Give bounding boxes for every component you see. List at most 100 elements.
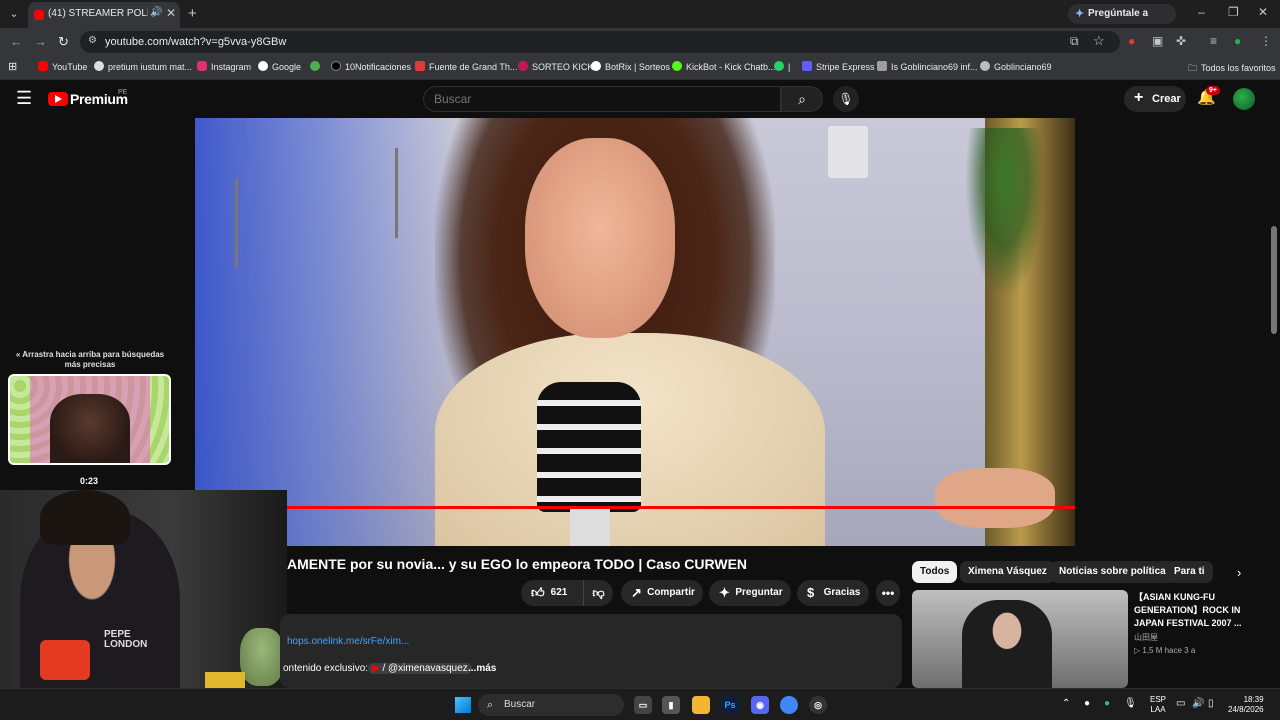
tab-audio-icon[interactable]: 🔊 — [150, 7, 162, 18]
chevron-right-icon[interactable]: › — [1237, 565, 1241, 580]
window-close-icon[interactable]: ✕ — [1258, 5, 1268, 19]
browser-tab-active[interactable]: (41) STREAMER POLÍTICO e 🔊 ✕ — [28, 2, 180, 28]
chip-channel[interactable]: Ximena Vásquez — [960, 561, 1055, 583]
apps-grid-icon[interactable]: ⊞ — [8, 60, 17, 73]
bookmark-item[interactable]: Google — [258, 61, 301, 72]
bookmark-item[interactable] — [310, 61, 324, 72]
chrome-menu-icon[interactable]: ⋮ — [1260, 34, 1272, 48]
search-input[interactable] — [434, 92, 764, 106]
search-box[interactable] — [423, 86, 781, 112]
bookmark-item[interactable]: pretium iustum mat... — [94, 61, 192, 72]
page-scrollbar[interactable] — [1271, 226, 1277, 334]
channel-mention[interactable]: ▶ / @ximenavasquez — [368, 663, 472, 674]
dislike-button[interactable]: 👎︎ — [583, 580, 613, 606]
guide-menu-icon[interactable]: ☰ — [16, 88, 32, 109]
show-more-link[interactable]: ...más — [468, 663, 496, 674]
tray-app-icon[interactable]: ● — [1084, 698, 1090, 709]
gemini-button[interactable]: ✦ Pregúntale a Gemini — [1068, 4, 1176, 39]
country-code: PE — [118, 89, 128, 96]
tab-close-icon[interactable]: ✕ — [166, 6, 176, 20]
extensions-puzzle-icon[interactable]: ✜ — [1176, 34, 1186, 48]
profile-avatar-icon[interactable]: ● — [1234, 34, 1241, 48]
volume-icon[interactable]: 🔊 — [1192, 698, 1204, 709]
description-box[interactable]: hops.onelink.me/srFe/xim... ontenido exc… — [280, 614, 902, 688]
minimize-icon[interactable]: – — [1198, 5, 1205, 19]
recommended-thumbnail[interactable] — [912, 590, 1128, 688]
share-icon: ↗ — [631, 585, 642, 600]
description-text: ontenido exclusivo: — [283, 663, 369, 674]
forward-icon[interactable]: → — [34, 34, 47, 49]
bookmark-item[interactable]: Fuente de Grand Th... — [415, 61, 517, 72]
bookmarks-bar: ⊞ YouTube pretium iustum mat... Instagra… — [0, 56, 1280, 80]
bookmark-item[interactable]: Goblinciano69 — [980, 61, 1052, 72]
chip-politics-news[interactable]: Noticias sobre política — [1051, 561, 1174, 583]
bookmark-item[interactable]: Is Goblinciano69 inf... — [877, 61, 978, 72]
new-tab-button[interactable]: + — [188, 5, 197, 22]
battery-icon[interactable]: ▯ — [1208, 698, 1214, 709]
tray-overflow-icon[interactable]: ⌃ — [1062, 698, 1070, 709]
video-progress-bar[interactable] — [195, 506, 1075, 509]
windows-start-icon[interactable] — [455, 697, 471, 713]
extension-icon[interactable]: ● — [1128, 34, 1135, 48]
media-controls-icon[interactable]: ≡ — [1210, 34, 1217, 48]
thanks-button[interactable]: $ Gracias — [797, 580, 869, 606]
file-explorer-icon[interactable] — [692, 696, 710, 714]
browser-toolbar: ← → ↻ ⚙ youtube.com/watch?v=g5vva-y8GBw … — [0, 28, 1280, 56]
install-app-icon[interactable]: ⧉ — [1070, 34, 1079, 49]
back-icon[interactable]: ← — [10, 34, 23, 49]
ask-button[interactable]: ✦ Preguntar — [709, 580, 791, 606]
bookmark-label: pretium iustum mat... — [108, 62, 193, 72]
tray-app-icon[interactable]: ● — [1104, 698, 1110, 709]
all-bookmarks-folder[interactable]: 🗀 Todos los favoritos — [1188, 61, 1276, 77]
photoshop-icon[interactable]: Ps — [721, 696, 739, 714]
overlay-timer: 0:23 — [80, 476, 99, 486]
webcam-microphone — [40, 640, 90, 680]
create-button[interactable]: + Crear — [1124, 86, 1186, 112]
bookmark-item[interactable]: Stripe Express — [802, 61, 875, 72]
microphone-icon: 🎙 — [838, 92, 854, 106]
discord-icon[interactable]: ◉ — [751, 696, 769, 714]
voice-search-button[interactable]: 🎙 — [833, 86, 859, 112]
bookmark-label: Fuente de Grand Th... — [429, 62, 518, 72]
app-icon[interactable]: ▮ — [662, 696, 680, 714]
recommended-title[interactable]: 【ASIAN KUNG-FU GENERATION】ROCK IN JAPAN … — [1134, 591, 1264, 630]
address-bar[interactable]: ⚙ youtube.com/watch?v=g5vva-y8GBw ⧉ ☆ — [80, 31, 1120, 53]
bookmark-item[interactable]: KickBot - Kick Chatb... — [672, 61, 776, 72]
bookmark-label: SORTEO KICK — [532, 62, 594, 72]
reload-icon[interactable]: ↻ — [58, 34, 69, 50]
taskbar-search[interactable]: ⌕ Buscar — [478, 694, 624, 716]
task-view-icon[interactable]: ▭ — [634, 696, 652, 714]
bookmark-label: BotRix | Sorteos — [605, 62, 670, 72]
more-dots-icon: ••• — [881, 586, 895, 600]
chip-for-you[interactable]: Para ti — [1166, 561, 1213, 583]
video-player[interactable]: ⏸ ▭ ⚙ ▣ ⤢ — [195, 118, 1075, 546]
search-button[interactable]: ⌕ — [781, 86, 823, 112]
tab-search-menu-icon[interactable]: ⌄ — [4, 4, 24, 24]
description-link[interactable]: hops.onelink.me/srFe/xim... — [287, 636, 409, 647]
more-actions-button[interactable]: ••• — [876, 580, 900, 606]
app-icon[interactable]: ◎ — [809, 696, 827, 714]
extension-icon[interactable]: ▣ — [1152, 34, 1163, 48]
like-button[interactable]: 👍︎ 621 — [521, 580, 583, 606]
input-language[interactable]: ESP LAA — [1150, 695, 1166, 715]
bookmark-item[interactable]: YouTube — [38, 61, 87, 72]
recommended-channel[interactable]: 山田屋 — [1134, 632, 1158, 643]
bookmark-star-icon[interactable]: ☆ — [1093, 33, 1105, 49]
share-button[interactable]: ↗ Compartir — [621, 580, 703, 606]
chrome-icon[interactable] — [780, 696, 798, 714]
bookmark-item[interactable]: | — [774, 61, 790, 72]
bookmark-item[interactable]: 10Notificaciones — [331, 61, 411, 72]
bookmark-item[interactable]: Instagram — [197, 61, 251, 72]
restore-icon[interactable]: ❐ — [1228, 5, 1239, 19]
site-info-icon[interactable]: ⚙ — [88, 35, 97, 46]
bookmark-item[interactable]: BotRix | Sorteos — [591, 61, 670, 72]
clock-time: 18:39 — [1243, 695, 1264, 704]
bookmark-item[interactable]: SORTEO KICK — [518, 61, 593, 72]
chip-all[interactable]: Todos — [912, 561, 958, 583]
tray-microphone-icon[interactable]: 🎙 — [1124, 698, 1137, 709]
network-icon[interactable]: ▭ — [1176, 698, 1185, 709]
clock[interactable]: 18:39 24/8/2026 — [1228, 695, 1264, 715]
account-avatar[interactable] — [1233, 88, 1255, 110]
thumbs-up-icon: 👍︎ — [531, 585, 545, 600]
youtube-logo-icon[interactable] — [48, 92, 68, 106]
